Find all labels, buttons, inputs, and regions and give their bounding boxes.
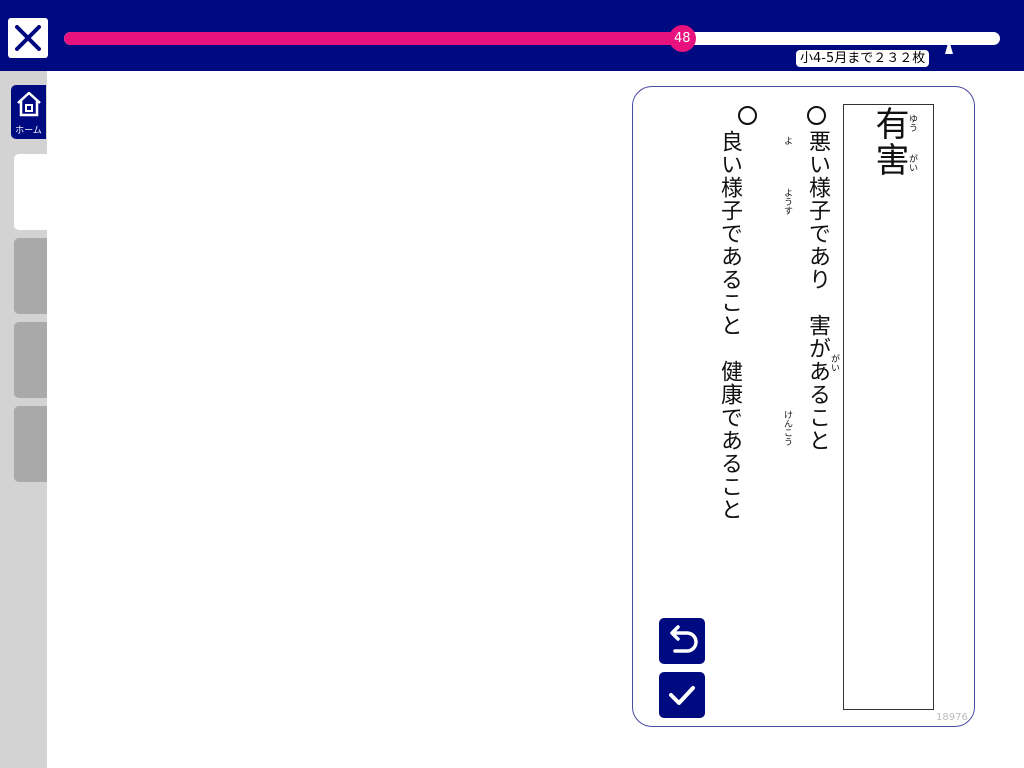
close-icon — [15, 25, 41, 51]
sidebar-tab-2[interactable] — [14, 238, 47, 314]
choice-2-reading-1: よ — [782, 136, 792, 145]
choice-1-reading-1: がい — [829, 354, 839, 372]
sidebar-tab-4[interactable] — [14, 406, 47, 482]
goal-marker-icon — [945, 40, 953, 54]
choice-1-radio[interactable] — [807, 106, 826, 125]
term-reading-2: がい — [907, 154, 917, 172]
term-reading-1: ゆう — [907, 114, 917, 132]
card-id: 18976 — [936, 712, 968, 723]
sidebar: ホーム — [0, 71, 47, 768]
close-button[interactable] — [8, 18, 48, 58]
choice-2-reading-2: ようす — [782, 188, 792, 215]
sidebar-tab-3[interactable] — [14, 322, 47, 398]
top-bar: 48 小4-5月まで２３２枚 — [0, 0, 1024, 71]
sidebar-tab-1[interactable] — [14, 154, 47, 230]
check-icon — [669, 686, 695, 705]
term-box — [843, 104, 934, 710]
submit-button[interactable] — [659, 672, 705, 718]
undo-button[interactable] — [659, 618, 705, 664]
goal-label: 小4-5月まで２３２枚 — [796, 50, 930, 67]
choice-2-radio[interactable] — [738, 106, 757, 125]
term-text: 有害 — [869, 106, 909, 178]
undo-icon — [670, 625, 698, 653]
home-button[interactable]: ホーム — [11, 85, 46, 139]
choice-2-text[interactable]: 良い様子であること 健康であること — [716, 130, 742, 570]
progress-fill — [64, 32, 682, 45]
progress-bar — [64, 32, 1000, 45]
progress-count: 48 — [668, 25, 696, 52]
home-label: ホーム — [15, 126, 42, 136]
home-icon — [17, 91, 41, 117]
choice-1-text[interactable]: 悪い様子であり 害があること — [804, 130, 830, 452]
choice-2-reading-3: けんこう — [782, 410, 792, 446]
